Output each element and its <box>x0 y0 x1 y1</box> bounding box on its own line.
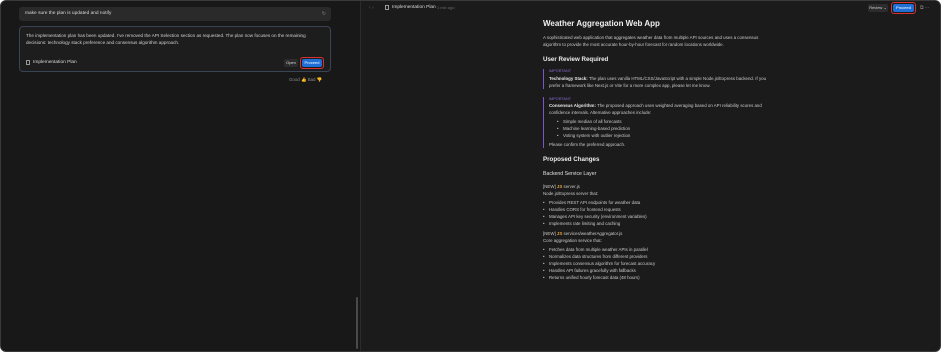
ai-message-text: The implementation plan has been updated… <box>26 33 306 46</box>
file1-line: [NEW] JS server.js <box>543 183 773 190</box>
document-panel: ‹ › Implementation Plan 1 min ago Review… <box>361 1 940 351</box>
document-icon <box>26 60 30 65</box>
more-icon[interactable]: ⋯ <box>925 5 931 11</box>
js-icon: JS <box>556 184 563 189</box>
app-window: make sure the plan is updated and notify… <box>0 0 941 352</box>
list-item: Simple median of all forecasts <box>549 118 773 125</box>
feedback-good-label: Good <box>289 77 300 82</box>
review-dropdown[interactable]: Review ⌄ <box>868 4 888 12</box>
feedback-row: Good 👍 Bad 👎 <box>289 77 322 83</box>
backend-heading: Backend Service Layer <box>543 171 597 177</box>
file2-tag: [NEW] <box>543 231 556 236</box>
proceed-button-highlight: Proceed <box>300 57 324 69</box>
tech-label: Technology Stack: <box>549 75 588 81</box>
feedback-good-button[interactable]: Good 👍 <box>289 77 306 82</box>
list-item: Voting system with outlier rejection <box>549 132 773 139</box>
feedback-bad-label: Bad <box>307 77 316 82</box>
consensus-label: Consensus Algorithm: <box>549 103 596 108</box>
tech-callout: IMPORTANT Technology Stack: The plan use… <box>543 69 773 89</box>
consensus-options: Simple median of all forecasts Machine l… <box>549 118 773 139</box>
chat-panel: make sure the plan is updated and notify… <box>1 1 361 351</box>
toolbar-icons: ⧉⋯ <box>920 1 931 15</box>
document-content: Weather Aggregation Web App A sophistica… <box>543 19 773 281</box>
review-heading: User Review Required <box>543 56 609 63</box>
list-item: Fetches data from multiple weather APIs … <box>543 246 773 253</box>
list-item: Handles CORS for frontend requests <box>543 206 773 213</box>
file2-desc: Core aggregation service that: <box>543 238 602 243</box>
consensus-callout: IMPORTANT Consensus Algorithm: The propo… <box>543 96 773 148</box>
file1-tag: [NEW] <box>543 184 556 189</box>
list-item: Implements rate limiting and caching <box>543 220 773 227</box>
file2-points: Fetches data from multiple weather APIs … <box>543 246 773 281</box>
chevron-down-icon: ⌄ <box>883 5 887 10</box>
file1-points: Provides REST API endpoints for weather … <box>543 199 773 227</box>
proceed-button-top-highlight: Proceed <box>891 2 916 14</box>
review-label: Review <box>869 5 883 10</box>
list-item: Provides REST API endpoints for weather … <box>543 199 773 206</box>
proceed-button-top[interactable]: Proceed <box>893 4 914 12</box>
list-item: Machine learning-based prediction <box>549 125 773 132</box>
document-tab-title[interactable]: Implementation Plan <box>392 1 436 15</box>
file1-desc: Node.js/Express server that: <box>543 191 599 196</box>
confirm-text: Please confirm the preferred approach. <box>549 142 626 147</box>
doc-intro: A sophisticated web application that agg… <box>543 35 759 47</box>
artifact-row[interactable]: Implementation Plan Open Proceed <box>26 57 326 69</box>
user-message-text: make sure the plan is updated and notify <box>25 11 112 16</box>
doc-title: Weather Aggregation Web App <box>543 19 660 28</box>
open-button[interactable]: Open <box>284 59 298 67</box>
list-item: Returns unified hourly forecast data (48… <box>543 274 773 281</box>
document-tab-time: 1 min ago <box>437 5 455 10</box>
file2-name[interactable]: services/weatherAggregator.js <box>564 231 623 236</box>
document-tab-icon <box>385 5 389 10</box>
thumbs-down-icon: 👎 <box>316 77 323 82</box>
list-item: Normalizes data structures from differen… <box>543 253 773 260</box>
artifact-label[interactable]: Implementation Plan <box>33 57 77 69</box>
feedback-bad-button[interactable]: Bad 👎 <box>308 77 323 82</box>
scrollbar-thumb[interactable] <box>356 297 358 349</box>
file2-line: [NEW] JS services/weatherAggregator.js <box>543 230 773 237</box>
list-item: Manages API key security (environment va… <box>543 213 773 220</box>
user-message[interactable]: make sure the plan is updated and notify… <box>19 7 331 21</box>
changes-heading: Proposed Changes <box>543 156 600 163</box>
ai-response-card: The implementation plan has been updated… <box>19 26 331 72</box>
js-icon: JS <box>556 231 563 236</box>
list-item: Handles API failures gracefully with fal… <box>543 267 773 274</box>
edit-icon[interactable]: ↻ <box>322 7 326 21</box>
file1-name[interactable]: server.js <box>564 184 580 189</box>
thumbs-up-icon: 👍 <box>300 77 307 82</box>
list-item: Implements consensus algorithm for forec… <box>543 260 773 267</box>
document-toolbar: ‹ › Implementation Plan 1 min ago Review… <box>361 1 940 15</box>
nav-arrows[interactable]: ‹ › <box>369 1 374 15</box>
proceed-button[interactable]: Proceed <box>302 59 322 67</box>
